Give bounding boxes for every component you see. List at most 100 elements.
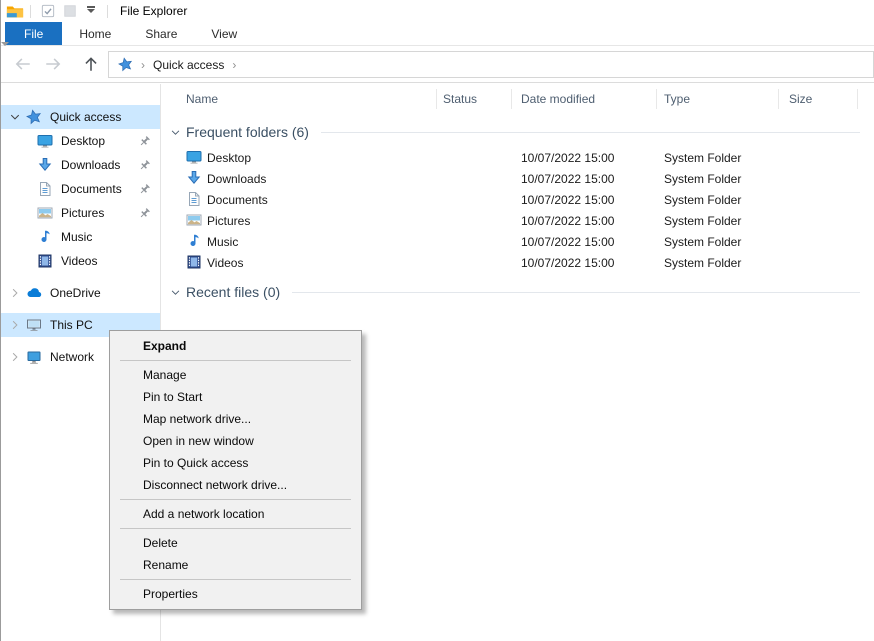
this-pc-context-menu: Expand Manage Pin to Start Map network d… bbox=[109, 330, 362, 610]
menu-item-pin-to-start[interactable]: Pin to Start bbox=[110, 386, 361, 408]
titlebar-divider bbox=[30, 5, 31, 18]
menu-item-add-network-location[interactable]: Add a network location bbox=[110, 503, 361, 525]
desktop-icon bbox=[37, 133, 53, 149]
cell-date-modified: 10/07/2022 15:00 bbox=[521, 193, 614, 207]
sidebar-item-downloads[interactable]: Downloads bbox=[1, 153, 160, 177]
group-header-recent-files[interactable]: Recent files (0) bbox=[162, 282, 874, 302]
documents-icon bbox=[186, 191, 202, 207]
menu-separator bbox=[120, 360, 351, 361]
file-row-downloads[interactable]: Downloads 10/07/2022 15:00 System Folder bbox=[162, 168, 874, 189]
column-divider[interactable] bbox=[511, 89, 512, 109]
pin-icon bbox=[138, 135, 151, 148]
tab-home[interactable]: Home bbox=[62, 22, 128, 45]
cell-date-modified: 10/07/2022 15:00 bbox=[521, 172, 614, 186]
column-header-status[interactable]: Status bbox=[443, 92, 477, 106]
up-button[interactable] bbox=[82, 55, 100, 73]
breadcrumb-root[interactable]: Quick access bbox=[153, 58, 224, 72]
pin-icon bbox=[138, 183, 151, 196]
column-divider[interactable] bbox=[778, 89, 779, 109]
cell-date-modified: 10/07/2022 15:00 bbox=[521, 151, 614, 165]
cell-date-modified: 10/07/2022 15:00 bbox=[521, 214, 614, 228]
sidebar-item-label: Network bbox=[50, 350, 94, 364]
pin-icon bbox=[138, 207, 151, 220]
menu-separator bbox=[120, 579, 351, 580]
titlebar-divider bbox=[107, 5, 108, 18]
cell-name: Pictures bbox=[207, 214, 250, 228]
title-bar: File Explorer bbox=[1, 0, 874, 22]
qat-new-folder-button[interactable] bbox=[62, 3, 78, 19]
group-header-rule bbox=[321, 132, 860, 133]
expand-chevron-down-icon[interactable] bbox=[9, 111, 21, 123]
group-collapse-chevron-icon[interactable] bbox=[170, 287, 181, 298]
group-collapse-chevron-icon[interactable] bbox=[170, 127, 181, 138]
recent-locations-chevron-icon[interactable] bbox=[1, 42, 9, 63]
menu-item-rename[interactable]: Rename bbox=[110, 554, 361, 576]
breadcrumb-chevron-icon[interactable]: › bbox=[232, 58, 236, 72]
qat-properties-button[interactable] bbox=[40, 3, 56, 19]
menu-item-manage[interactable]: Manage bbox=[110, 364, 361, 386]
pictures-icon bbox=[37, 205, 53, 221]
column-header-size[interactable]: Size bbox=[789, 92, 812, 106]
group-header-frequent-folders[interactable]: Frequent folders (6) bbox=[162, 122, 874, 142]
music-icon bbox=[37, 229, 53, 245]
onedrive-cloud-icon bbox=[26, 285, 42, 301]
quick-access-star-icon bbox=[26, 109, 42, 125]
window-title: File Explorer bbox=[120, 4, 187, 18]
menu-item-disconnect-network-drive[interactable]: Disconnect network drive... bbox=[110, 474, 361, 496]
address-bar[interactable]: › Quick access › bbox=[108, 51, 874, 78]
ribbon-tab-bar: File Home Share View bbox=[1, 22, 874, 46]
sidebar-item-videos[interactable]: Videos bbox=[1, 249, 160, 273]
menu-item-map-network-drive[interactable]: Map network drive... bbox=[110, 408, 361, 430]
frequent-folders-rows: Desktop 10/07/2022 15:00 System Folder D… bbox=[162, 147, 874, 273]
cell-date-modified: 10/07/2022 15:00 bbox=[521, 256, 614, 270]
sidebar-item-label: Music bbox=[61, 230, 92, 244]
music-icon bbox=[186, 233, 202, 249]
column-divider[interactable] bbox=[436, 89, 437, 109]
expand-chevron-right-icon[interactable] bbox=[9, 319, 21, 331]
cell-name: Music bbox=[207, 235, 238, 249]
cell-name: Desktop bbox=[207, 151, 251, 165]
file-row-documents[interactable]: Documents 10/07/2022 15:00 System Folder bbox=[162, 189, 874, 210]
sidebar-item-quick-access[interactable]: Quick access bbox=[1, 105, 160, 129]
qat-customize-chevron-icon[interactable] bbox=[87, 9, 95, 13]
blank-folder-icon bbox=[63, 4, 77, 18]
menu-item-open-in-new-window[interactable]: Open in new window bbox=[110, 430, 361, 452]
pictures-icon bbox=[186, 212, 202, 228]
column-divider[interactable] bbox=[656, 89, 657, 109]
sidebar-item-label: OneDrive bbox=[50, 286, 101, 300]
sidebar-item-onedrive[interactable]: OneDrive bbox=[1, 281, 160, 305]
cell-type: System Folder bbox=[664, 193, 741, 207]
file-row-videos[interactable]: Videos 10/07/2022 15:00 System Folder bbox=[162, 252, 874, 273]
network-icon bbox=[26, 349, 42, 365]
videos-icon bbox=[186, 254, 202, 270]
file-row-music[interactable]: Music 10/07/2022 15:00 System Folder bbox=[162, 231, 874, 252]
file-row-pictures[interactable]: Pictures 10/07/2022 15:00 System Folder bbox=[162, 210, 874, 231]
sidebar-item-pictures[interactable]: Pictures bbox=[1, 201, 160, 225]
file-explorer-app-icon[interactable] bbox=[6, 4, 24, 19]
menu-item-pin-to-quick-access[interactable]: Pin to Quick access bbox=[110, 452, 361, 474]
tab-share[interactable]: Share bbox=[128, 22, 194, 45]
menu-item-properties[interactable]: Properties bbox=[110, 583, 361, 605]
tab-view[interactable]: View bbox=[194, 22, 254, 45]
cell-name: Videos bbox=[207, 256, 243, 270]
sidebar-item-documents[interactable]: Documents bbox=[1, 177, 160, 201]
sidebar-item-desktop[interactable]: Desktop bbox=[1, 129, 160, 153]
menu-item-delete[interactable]: Delete bbox=[110, 532, 361, 554]
back-button[interactable] bbox=[14, 55, 32, 73]
tab-file[interactable]: File bbox=[5, 22, 62, 45]
expand-chevron-right-icon[interactable] bbox=[9, 351, 21, 363]
column-header-date-modified[interactable]: Date modified bbox=[521, 92, 595, 106]
sidebar-item-label: Desktop bbox=[61, 134, 105, 148]
sidebar-item-music[interactable]: Music bbox=[1, 225, 160, 249]
column-divider[interactable] bbox=[857, 89, 858, 109]
documents-icon bbox=[37, 181, 53, 197]
forward-button[interactable] bbox=[44, 55, 62, 73]
column-header-type[interactable]: Type bbox=[664, 92, 690, 106]
breadcrumb-chevron-icon[interactable]: › bbox=[141, 58, 145, 72]
column-header-name[interactable]: Name bbox=[186, 92, 218, 106]
menu-item-expand[interactable]: Expand bbox=[110, 335, 361, 357]
sidebar-item-label: Quick access bbox=[50, 110, 121, 124]
file-row-desktop[interactable]: Desktop 10/07/2022 15:00 System Folder bbox=[162, 147, 874, 168]
expand-chevron-right-icon[interactable] bbox=[9, 287, 21, 299]
cell-date-modified: 10/07/2022 15:00 bbox=[521, 235, 614, 249]
